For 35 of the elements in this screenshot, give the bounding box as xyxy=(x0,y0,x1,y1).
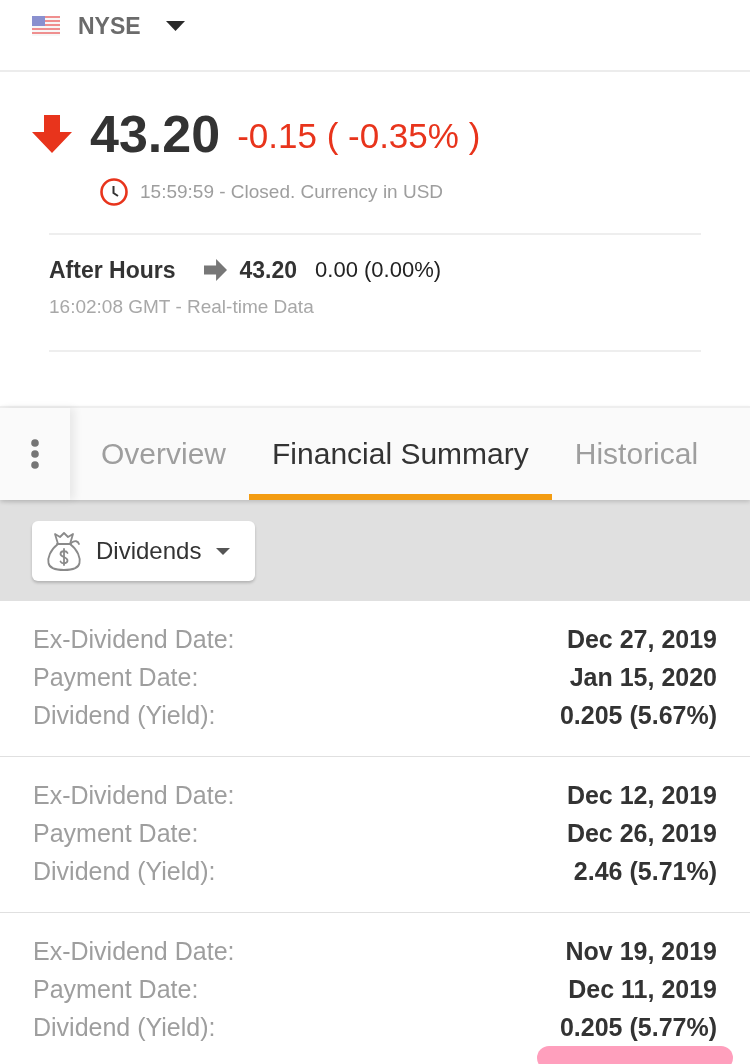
us-flag-icon xyxy=(32,16,60,36)
money-bag-icon xyxy=(46,531,82,571)
arrow-right-icon xyxy=(203,259,227,281)
caret-icon xyxy=(165,21,185,31)
field-label: Dividend (Yield): xyxy=(33,700,216,730)
field-value: Dec 12, 2019 xyxy=(566,780,717,810)
field-value: Dec 26, 2019 xyxy=(566,818,717,848)
arrow-down-icon xyxy=(32,115,72,153)
field-value: Dec 11, 2019 xyxy=(568,974,717,1004)
after-hours-label: After Hours xyxy=(49,256,176,285)
market-status-text: 15:59:59 - Closed. Currency in USD xyxy=(140,180,444,204)
field-label: Dividend (Yield): xyxy=(33,1012,216,1042)
field-label: Ex-Dividend Date: xyxy=(33,780,235,810)
dividends-dropdown[interactable]: Dividends xyxy=(32,521,255,581)
clock-icon xyxy=(100,178,128,206)
field-value: Dec 27, 2019 xyxy=(566,624,717,654)
field-value: Nov 19, 2019 xyxy=(565,936,717,966)
field-label: Ex-Dividend Date: xyxy=(33,936,235,966)
field-value: 0.205 (5.67%) xyxy=(559,700,717,730)
field-value: Jan 15, 2020 xyxy=(569,662,717,692)
field-label: Payment Date: xyxy=(33,662,199,692)
after-hours-price: 43.20 xyxy=(239,256,298,285)
exchange-dropdown[interactable]: NYSE xyxy=(32,14,185,38)
field-label: Payment Date: xyxy=(33,974,199,1004)
field-value: 2.46 (5.71%) xyxy=(573,856,717,886)
last-price: 43.20 xyxy=(90,104,221,164)
after-hours-change: 0.00 (0.00%) xyxy=(315,256,442,284)
field-label: Payment Date: xyxy=(33,818,199,848)
field-value: 0.205 (5.77%) xyxy=(559,1012,717,1042)
vertical-dots-icon xyxy=(31,439,39,469)
price-change: -0.15 ( -0.35% ) xyxy=(237,115,481,157)
after-hours-timestamp: 16:02:08 GMT - Real-time Data xyxy=(49,295,315,319)
field-label: Ex-Dividend Date: xyxy=(33,624,235,654)
field-label: Dividend (Yield): xyxy=(33,856,216,886)
caret-icon xyxy=(216,547,231,555)
